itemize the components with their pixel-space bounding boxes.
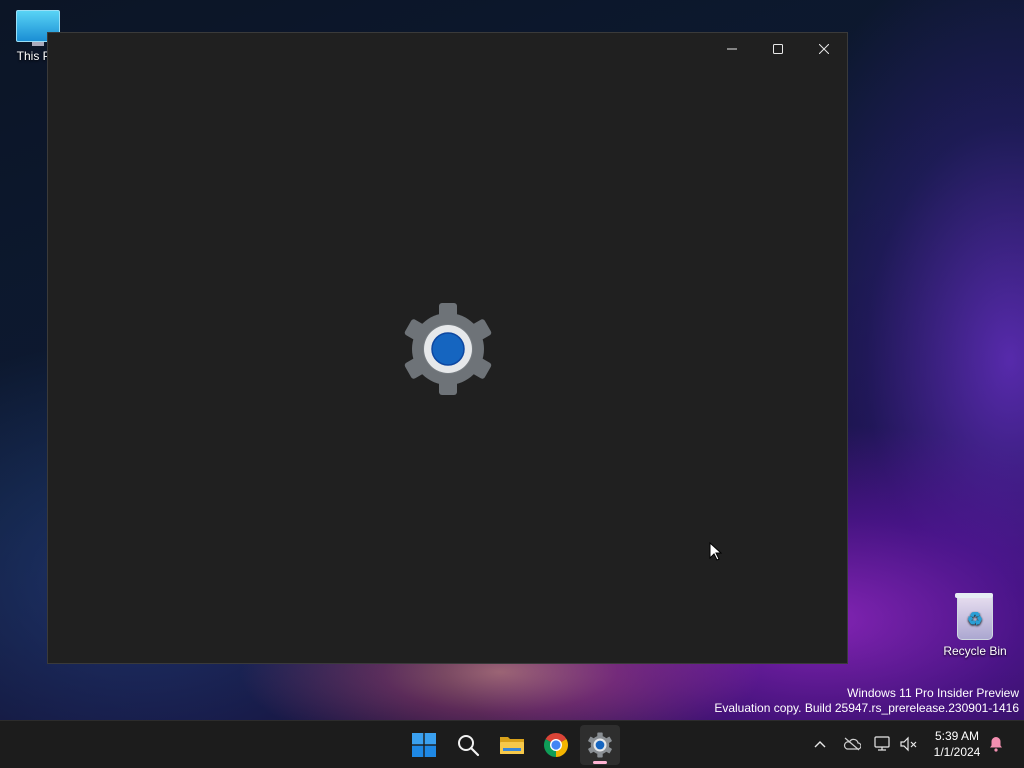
mouse-cursor-icon: [709, 542, 723, 561]
chrome-button[interactable]: [536, 725, 576, 765]
settings-taskbar-button[interactable]: [580, 725, 620, 765]
monitor-stand: [32, 42, 44, 46]
settings-icon: [588, 732, 612, 758]
recycle-bin-icon: ♻: [955, 593, 993, 640]
windows-evaluation-watermark: Windows 11 Pro Insider Preview Evaluatio…: [714, 686, 1019, 716]
start-icon: [412, 733, 436, 757]
clock[interactable]: 5:39 AM 1/1/2024: [920, 728, 994, 760]
maximize-icon: [773, 44, 783, 54]
start-button[interactable]: [404, 725, 444, 765]
file-explorer-button[interactable]: [492, 725, 532, 765]
clock-time: 5:39 AM: [934, 729, 980, 743]
onedrive-tray-button[interactable]: [841, 733, 863, 755]
chrome-icon: [544, 733, 568, 757]
window-caption-buttons: [709, 33, 847, 65]
active-app-indicator: [593, 761, 607, 764]
search-icon: [458, 735, 480, 757]
onedrive-icon: [843, 737, 861, 751]
chevron-up-icon: [814, 741, 826, 748]
close-button[interactable]: [801, 33, 847, 65]
taskbar: 5:39 AM 1/1/2024: [0, 720, 1024, 768]
show-hidden-icons-button[interactable]: [809, 733, 831, 755]
recycle-bin-desktop-icon[interactable]: ♻ Recycle Bin: [938, 593, 1012, 658]
settings-window[interactable]: [47, 32, 848, 664]
clock-date: 1/1/2024: [933, 745, 981, 759]
volume-tray-button[interactable]: [898, 733, 920, 755]
bell-icon: [990, 737, 1002, 752]
file-explorer-icon: [500, 737, 524, 754]
recycle-bin-label: Recycle Bin: [943, 644, 1007, 658]
maximize-button[interactable]: [755, 33, 801, 65]
speaker-muted-icon: [900, 736, 917, 752]
notifications-button[interactable]: [985, 733, 1007, 755]
watermark-line-1: Windows 11 Pro Insider Preview: [847, 686, 1019, 700]
settings-splash-gear-icon: [400, 301, 496, 397]
search-button[interactable]: [448, 725, 488, 765]
minimize-icon: [727, 48, 737, 50]
network-tray-button[interactable]: [872, 733, 894, 755]
close-icon: [819, 44, 829, 54]
minimize-button[interactable]: [709, 33, 755, 65]
network-icon: [874, 736, 890, 751]
watermark-line-2: Evaluation copy. Build 25947.rs_prerelea…: [714, 701, 1019, 715]
